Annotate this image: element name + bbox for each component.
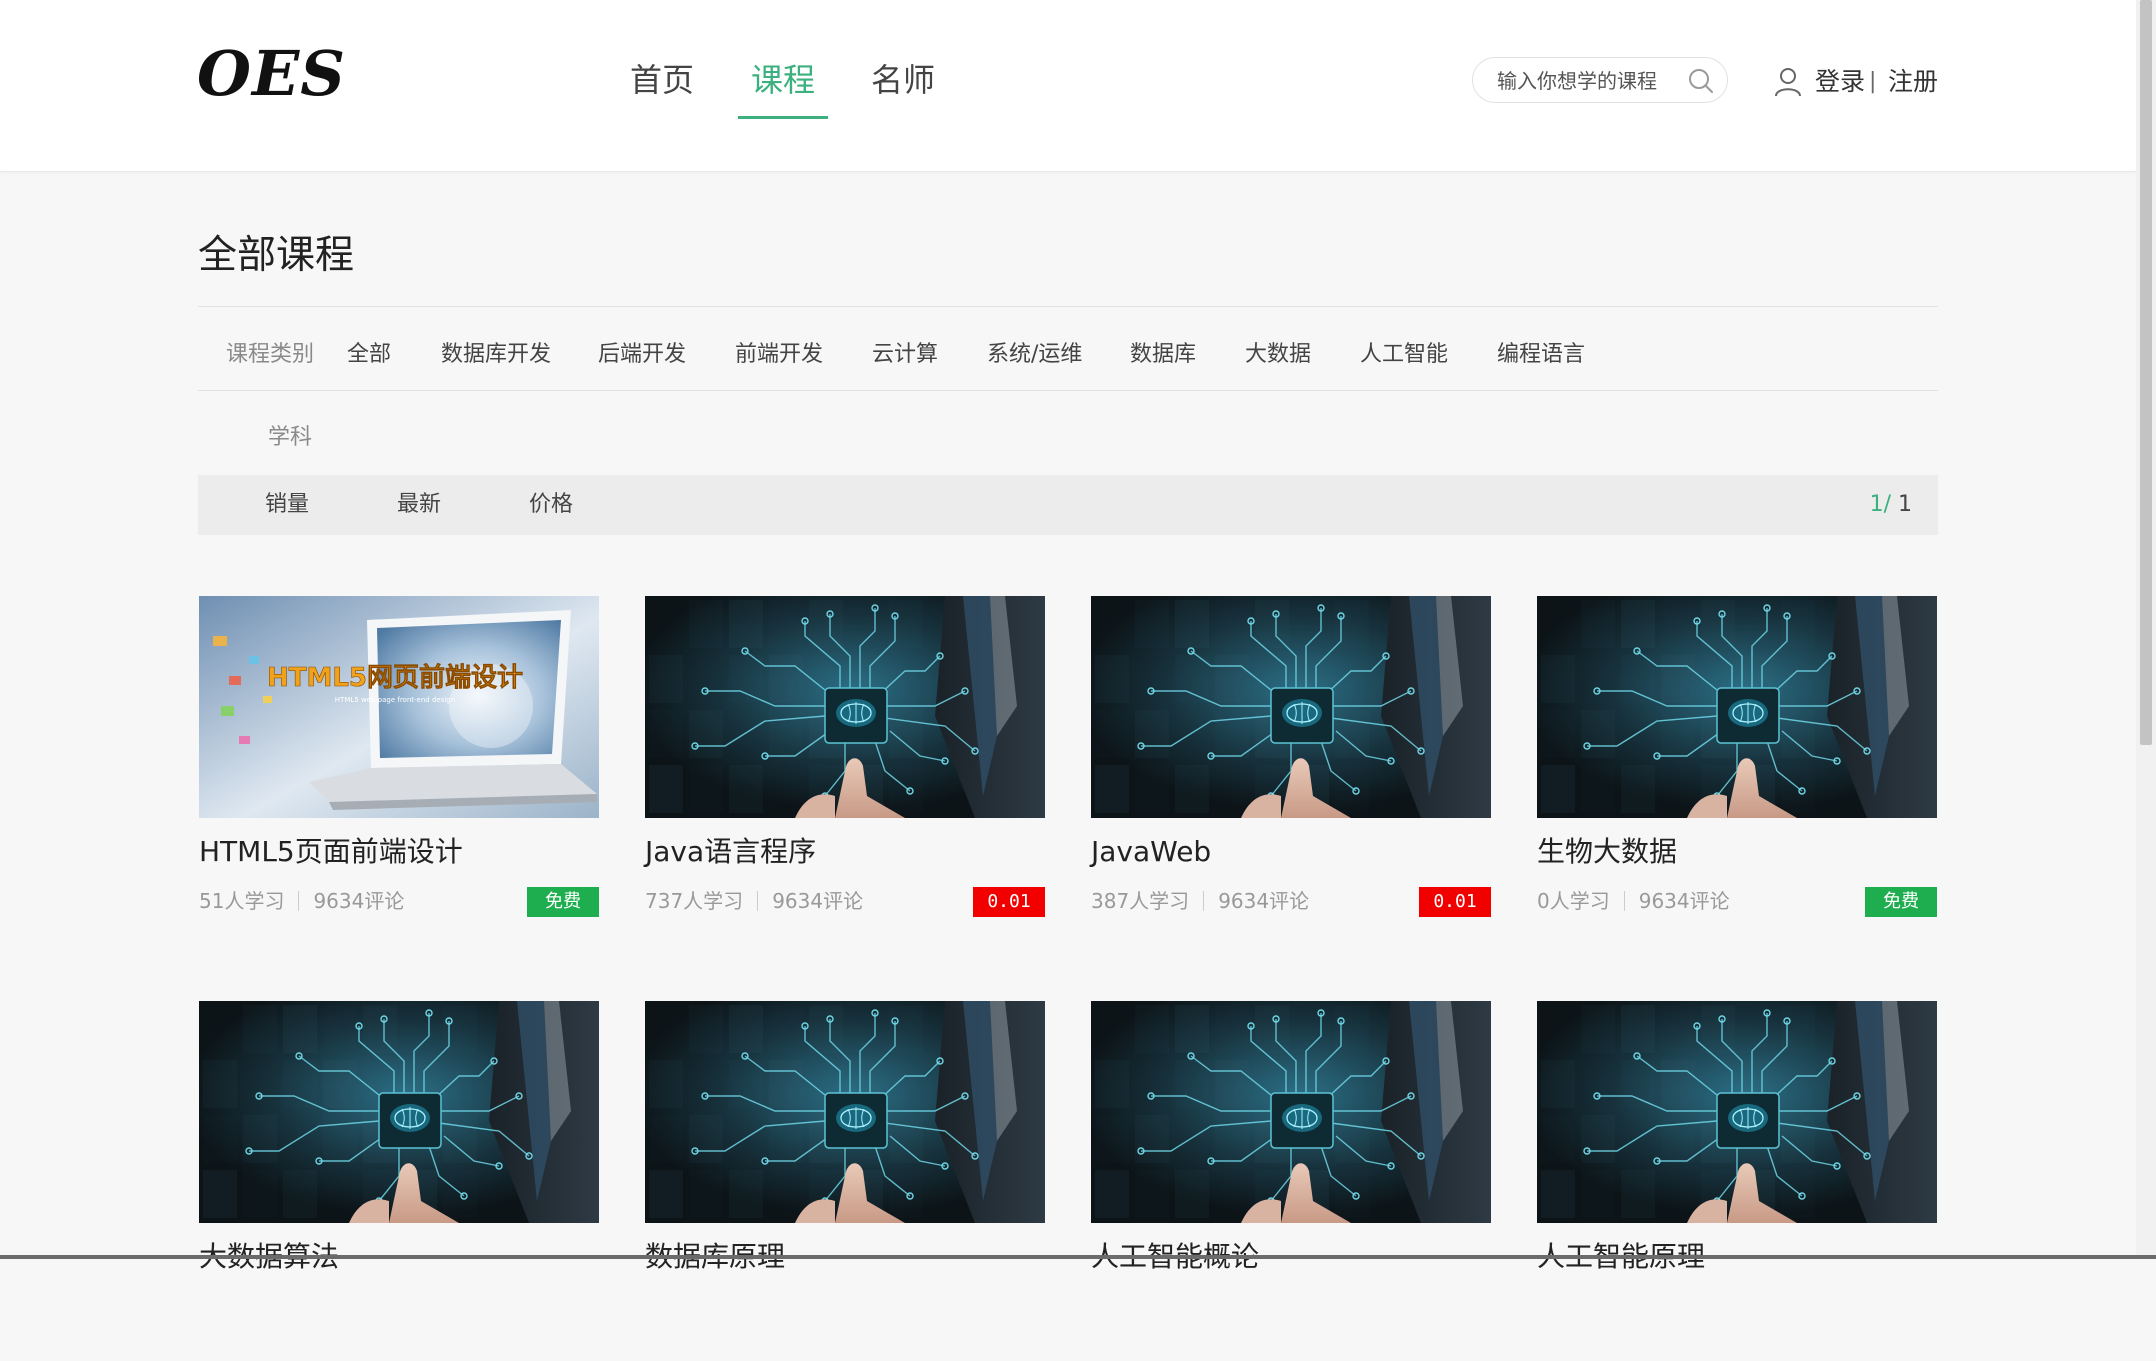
course-title[interactable]: 生物大数据 (1537, 832, 1677, 872)
category-cloud[interactable]: 云计算 (872, 335, 938, 375)
divider (198, 390, 1938, 391)
course-meta: 387人学习 9634评论 (1091, 886, 1309, 916)
course-title[interactable]: HTML5页面前端设计 (199, 832, 463, 872)
ai-brain-chip-image (1091, 596, 1491, 818)
course-thumbnail[interactable] (1537, 596, 1937, 818)
site-logo[interactable]: OES (197, 34, 346, 114)
course-card[interactable]: 人工智能原理 (1537, 1001, 1937, 1361)
course-card[interactable]: 生物大数据 0人学习 9634评论 免费 (1537, 596, 1937, 956)
course-title[interactable]: Java语言程序 (645, 832, 816, 872)
nav-home[interactable]: 首页 (630, 50, 694, 110)
page-current: 1/ (1869, 492, 1891, 517)
window-bottom-edge (0, 1255, 2156, 1259)
login-link[interactable]: 登录 (1815, 62, 1865, 102)
page-title: 全部课程 (198, 233, 355, 278)
category-db-dev[interactable]: 数据库开发 (441, 335, 551, 375)
register-link[interactable]: 注册 (1888, 62, 1938, 102)
category-label: 课程类别 (226, 342, 315, 367)
ai-brain-chip-image (645, 1001, 1045, 1223)
price-badge: 免费 (1865, 887, 1937, 917)
site-header: OES 首页 课程 名师 登录 | 注册 (0, 0, 2136, 172)
learner-count: 0人学习 (1537, 889, 1610, 913)
category-programming[interactable]: 编程语言 (1497, 335, 1585, 375)
search-input[interactable] (1495, 66, 1679, 96)
comment-count: 9634评论 (1218, 889, 1310, 913)
course-thumbnail[interactable] (1091, 596, 1491, 818)
nav-teachers[interactable]: 名师 (871, 50, 935, 110)
category-bigdata[interactable]: 大数据 (1245, 335, 1311, 375)
banner-title: HTML5网页前端设计 (267, 662, 523, 693)
nav-courses[interactable]: 课程 (751, 50, 815, 110)
category-frontend[interactable]: 前端开发 (735, 335, 823, 375)
comment-count: 9634评论 (1638, 889, 1730, 913)
ai-brain-chip-image (1537, 1001, 1937, 1223)
comment-count: 9634评论 (772, 889, 864, 913)
course-thumbnail[interactable]: HTML5网页前端设计 HTML5 web page front-end des… (199, 596, 599, 818)
course-meta: 0人学习 9634评论 (1537, 886, 1730, 916)
nav-active-indicator (738, 116, 828, 119)
course-thumbnail[interactable] (645, 1001, 1045, 1223)
category-backend[interactable]: 后端开发 (598, 335, 686, 375)
user-icon (1775, 68, 1801, 97)
category-database[interactable]: 数据库 (1130, 335, 1196, 375)
course-meta: 737人学习 9634评论 (645, 886, 863, 916)
course-card[interactable]: 大数据算法 (199, 1001, 599, 1361)
course-card[interactable]: Java语言程序 737人学习 9634评论 0.01 (645, 596, 1045, 956)
ai-brain-chip-image (199, 1001, 599, 1223)
price-badge: 0.01 (973, 887, 1045, 917)
course-thumbnail[interactable] (199, 1001, 599, 1223)
course-card[interactable]: 数据库原理 (645, 1001, 1045, 1361)
search-icon[interactable] (1687, 67, 1715, 95)
auth-separator: | (1869, 69, 1877, 94)
category-all[interactable]: 全部 (347, 335, 391, 375)
category-ai[interactable]: 人工智能 (1360, 335, 1448, 375)
price-badge: 免费 (527, 887, 599, 917)
course-card[interactable]: HTML5网页前端设计 HTML5 web page front-end des… (199, 596, 599, 956)
price-badge: 0.01 (1419, 887, 1491, 917)
course-card[interactable]: 人工智能概论 (1091, 1001, 1491, 1361)
course-title[interactable]: JavaWeb (1091, 832, 1211, 872)
scrollbar-thumb[interactable] (2140, 0, 2152, 745)
learner-count: 737人学习 (645, 889, 744, 913)
course-thumbnail[interactable] (1537, 1001, 1937, 1223)
page-total: 1 (1898, 492, 1912, 517)
comment-count: 9634评论 (313, 889, 405, 913)
page-indicator: 1/ 1 (1870, 485, 1912, 525)
ai-brain-chip-image (1537, 596, 1937, 818)
sort-newest[interactable]: 最新 (397, 485, 441, 525)
ai-brain-chip-image (1091, 1001, 1491, 1223)
banner-subtitle: HTML5 web page front-end design (335, 696, 455, 704)
course-meta: 51人学习 9634评论 (199, 886, 404, 916)
category-sysops[interactable]: 系统/运维 (987, 335, 1082, 375)
search-box (1472, 57, 1728, 103)
course-card[interactable]: JavaWeb 387人学习 9634评论 0.01 (1091, 596, 1491, 956)
sort-bar: 销量 最新 价格 1/ 1 (198, 475, 1938, 535)
ai-brain-chip-image (645, 596, 1045, 818)
sort-price[interactable]: 价格 (529, 485, 573, 525)
learner-count: 51人学习 (199, 889, 285, 913)
learner-count: 387人学习 (1091, 889, 1190, 913)
divider (198, 306, 1938, 307)
sort-sales[interactable]: 销量 (265, 485, 309, 525)
course-thumbnail[interactable] (645, 596, 1045, 818)
course-thumbnail[interactable] (1091, 1001, 1491, 1223)
subject-label: 学科 (268, 425, 313, 450)
